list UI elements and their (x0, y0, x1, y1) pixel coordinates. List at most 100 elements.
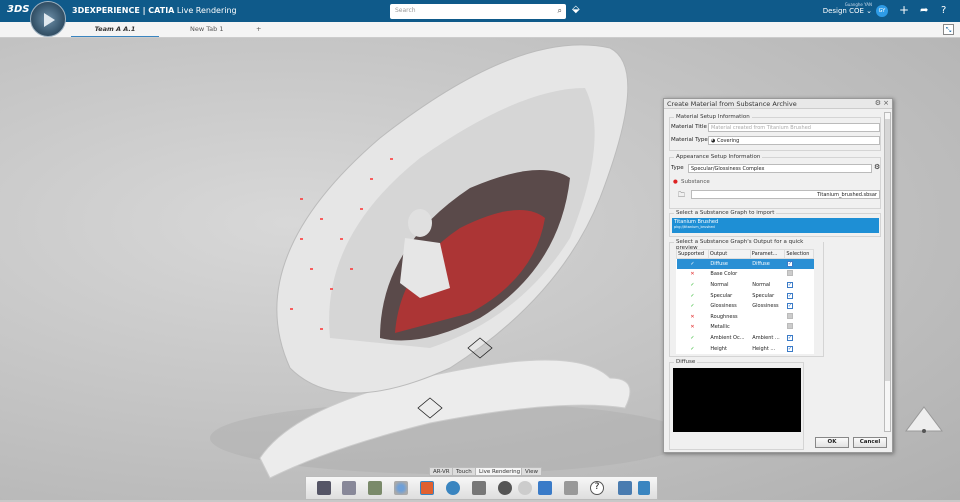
selection-checkbox[interactable]: ✓ (786, 281, 793, 288)
snapshot-icon[interactable] (472, 481, 486, 495)
output-name: Ambient Oc... (710, 334, 745, 341)
selection-checkbox[interactable] (786, 270, 793, 277)
substance-label: Substance (681, 179, 710, 185)
sphere-icon[interactable] (446, 481, 460, 495)
texture-icon[interactable] (618, 481, 632, 495)
substance-path-input[interactable]: Titanium_brushed.sbsar (691, 190, 880, 199)
folder-icon[interactable]: 🗀 (678, 191, 685, 202)
appearance-setup-heading: Appearance Setup Information (674, 154, 763, 160)
database-icon[interactable] (538, 481, 552, 495)
output-name: Specular (710, 292, 733, 299)
column-header[interactable]: Selection (784, 249, 814, 259)
close-icon[interactable]: × (883, 99, 889, 107)
top-bar: 3DS 3DEXPERIENCE | CATIA Live Rendering … (0, 0, 960, 22)
table-row[interactable]: ✕ Roughness (677, 311, 814, 322)
search-input[interactable]: Search ⌕ (390, 4, 566, 19)
ok-button[interactable]: OK (815, 437, 849, 448)
material-type-label: Material Type (671, 137, 708, 143)
diffuse-preview (673, 368, 801, 432)
help-icon[interactable]: ? (590, 481, 604, 495)
column-header[interactable]: Supported (676, 249, 709, 259)
app-title: 3DEXPERIENCE | CATIA Live Rendering (72, 6, 237, 15)
user-menu[interactable]: Guanghe YAN Design COE ⌄ (822, 2, 872, 15)
materials-icon[interactable] (394, 481, 408, 495)
column-header[interactable]: Paramet... (749, 249, 786, 259)
view-compass-icon[interactable] (902, 405, 946, 437)
table-row[interactable]: ✓ Glossiness Glossiness ✓ (677, 301, 814, 312)
add-tab-button[interactable]: + (256, 25, 261, 33)
table-row[interactable]: ✓ Diffuse Diffuse ✓ (676, 258, 814, 270)
table-row[interactable]: ✓ Normal Normal ✓ (677, 280, 814, 291)
check-icon: ✓ (690, 292, 695, 299)
type-label: Type (671, 165, 684, 171)
column-header[interactable]: Output (707, 249, 751, 259)
parameter-name: Specular (752, 292, 775, 299)
action-tab-view[interactable]: View (521, 467, 543, 476)
tree-icon[interactable] (638, 481, 650, 495)
output-name: Roughness (710, 313, 738, 320)
settings-icon[interactable]: ⚙ (875, 99, 881, 107)
parameter-name (750, 322, 785, 333)
cross-icon: ✕ (690, 324, 695, 331)
selection-checkbox[interactable]: ✓ (786, 303, 793, 310)
collapse-icon[interactable]: ⤡ (943, 24, 954, 35)
parameter-name: Diffuse (750, 258, 785, 270)
search-icon[interactable]: ⌕ (558, 6, 562, 16)
action-tab-touch[interactable]: Touch (452, 467, 476, 476)
selection-checkbox[interactable] (786, 323, 793, 330)
camera-screen-icon[interactable] (342, 481, 356, 495)
check-icon: ✓ (690, 281, 695, 288)
check-icon: ✓ (690, 345, 695, 352)
settings-gear-icon[interactable] (518, 481, 532, 495)
brand-logo: 3DS (7, 4, 30, 15)
table-row[interactable]: ✓ Specular Specular ✓ (677, 290, 814, 301)
table-row[interactable]: ✓ Ambient Oc... Ambient ... ✓ (677, 333, 814, 344)
table-row[interactable]: ✕ Base Color (677, 269, 814, 280)
check-icon: ✓ (676, 258, 709, 270)
outputs-table: Supported Output Paramet... Selection ✓ … (676, 249, 814, 354)
material-setup-heading: Material Setup Information (674, 114, 752, 120)
material-title-input[interactable]: Material created from Titanium Brushed (708, 123, 880, 132)
selection-checkbox[interactable]: ✓ (786, 334, 793, 341)
output-name: Height (710, 345, 727, 352)
parameter-name: Ambient ... (752, 334, 780, 341)
parameter-name (750, 311, 785, 322)
tab-team-a[interactable]: Team A A.1 (71, 25, 159, 37)
compass-play-button[interactable] (30, 1, 66, 37)
check-icon: ✓ (690, 303, 695, 310)
selection-checkbox[interactable] (786, 312, 793, 319)
substance-material-icon[interactable] (420, 481, 434, 495)
action-toolbar: ? (305, 476, 658, 500)
material-type-select[interactable]: ◕ Covering (708, 136, 880, 145)
environment-icon[interactable] (368, 481, 382, 495)
selection-checkbox[interactable]: ✓ (786, 292, 793, 299)
graph-heading: Select a Substance Graph to import (674, 210, 777, 216)
table-row[interactable]: ✕ Metallic (677, 322, 814, 333)
render-icon[interactable] (498, 481, 512, 495)
tag-icon[interactable]: ⬙ (572, 4, 580, 15)
table-row[interactable]: ✓ Height Height ... ✓ (677, 343, 814, 354)
export-icon[interactable] (564, 481, 578, 495)
output-name: Base Color (710, 271, 738, 278)
render-scene-icon[interactable] (317, 481, 331, 495)
gear-icon[interactable]: ⚙ (874, 163, 880, 171)
appearance-type-select[interactable]: Specular/Glossiness Complex (688, 164, 872, 173)
help-icon[interactable]: ? (941, 5, 946, 16)
share-icon[interactable]: ➦ (920, 5, 928, 16)
preview-label: Diffuse (674, 359, 698, 365)
action-tab-ar-vr[interactable]: AR-VR (429, 467, 454, 476)
graph-list-item[interactable]: Titanium Brushed pkg://titanium_brushed (672, 218, 879, 233)
dialog-scrollbar[interactable] (884, 112, 891, 432)
action-tab-live-rendering[interactable]: Live Rendering (475, 467, 525, 476)
tab-new-tab-1[interactable]: New Tab 1 (190, 25, 223, 33)
cross-icon: ✕ (690, 313, 695, 320)
selection-checkbox[interactable]: ✓ (786, 345, 793, 352)
output-name: Normal (710, 281, 729, 288)
check-icon: ✓ (690, 334, 695, 341)
avatar[interactable]: GY (876, 5, 888, 17)
plus-icon[interactable]: + (899, 3, 909, 17)
parameter-name: Height ... (752, 345, 776, 352)
cancel-button[interactable]: Cancel (853, 437, 887, 448)
selection-checkbox[interactable]: ✓ (786, 261, 793, 268)
cross-icon: ✕ (690, 271, 695, 278)
